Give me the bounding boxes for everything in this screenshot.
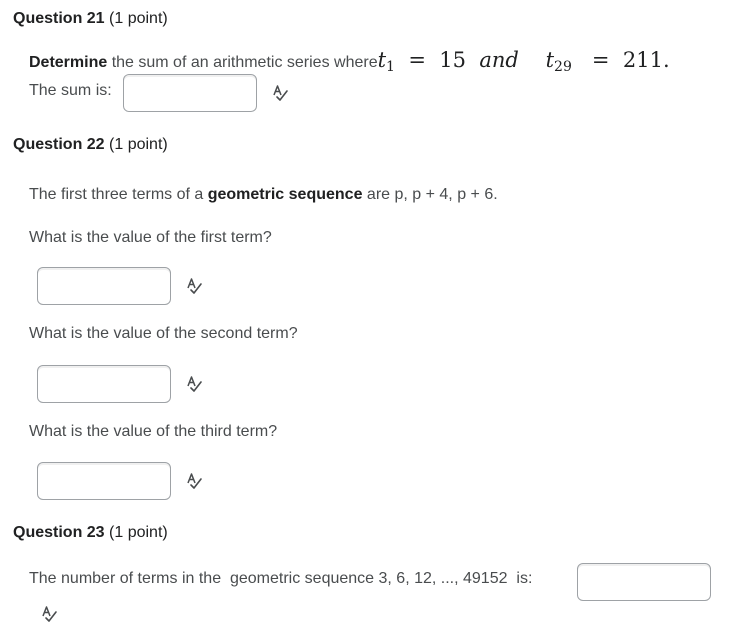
question-22-intro: The first three terms of a geometric seq… xyxy=(29,186,498,204)
math-sub-29: 29 xyxy=(554,59,572,75)
math-expression: t1 = 15 and t29 = 211. xyxy=(377,48,670,75)
question-23-points: (1 point) xyxy=(104,524,168,541)
number-of-terms-input[interactable] xyxy=(577,563,711,601)
question-22-points: (1 point) xyxy=(104,136,168,153)
math-equals-1: = xyxy=(408,48,426,72)
spellcheck-icon[interactable] xyxy=(185,375,203,393)
intro-post: are p, p + 4, p + 6. xyxy=(362,186,498,203)
math-equals-2: = xyxy=(591,48,610,72)
question-23-title: Question 23 (1 point) xyxy=(13,524,168,542)
spellcheck-icon[interactable] xyxy=(185,472,203,490)
sum-input[interactable] xyxy=(123,74,257,112)
spellcheck-icon[interactable] xyxy=(271,84,289,102)
question-22-title: Question 22 (1 point) xyxy=(13,136,168,154)
intro-pre: The first three terms of a xyxy=(29,186,208,203)
sum-label: The sum is: xyxy=(29,82,112,99)
math-and: and xyxy=(479,48,519,72)
prompt-determine: Determine xyxy=(29,54,108,71)
second-term-label: What is the value of the second term? xyxy=(29,325,298,342)
question-21-points: (1 point) xyxy=(104,10,168,27)
math-t29: t xyxy=(545,48,555,72)
question-21-number: Question 21 xyxy=(13,10,105,27)
prompt-text: the sum of an arithmetic series where xyxy=(107,54,378,71)
first-term-input[interactable] xyxy=(37,267,171,305)
math-sub-1: 1 xyxy=(386,59,395,75)
math-t1: t xyxy=(377,48,387,72)
spellcheck-icon[interactable] xyxy=(40,605,58,623)
third-term-label: What is the value of the third term? xyxy=(29,423,278,440)
question-23-number: Question 23 xyxy=(13,524,105,541)
math-211: 211. xyxy=(622,48,670,72)
question-23-prompt: The number of terms in the geometric seq… xyxy=(29,570,533,587)
question-22-number: Question 22 xyxy=(13,136,105,153)
question-21-title: Question 21 (1 point) xyxy=(13,10,168,28)
math-15: 15 xyxy=(439,48,467,72)
third-term-input[interactable] xyxy=(37,462,171,500)
first-term-label: What is the value of the first term? xyxy=(29,229,272,246)
second-term-input[interactable] xyxy=(37,365,171,403)
intro-bold: geometric sequence xyxy=(207,186,363,203)
spellcheck-icon[interactable] xyxy=(185,277,203,295)
